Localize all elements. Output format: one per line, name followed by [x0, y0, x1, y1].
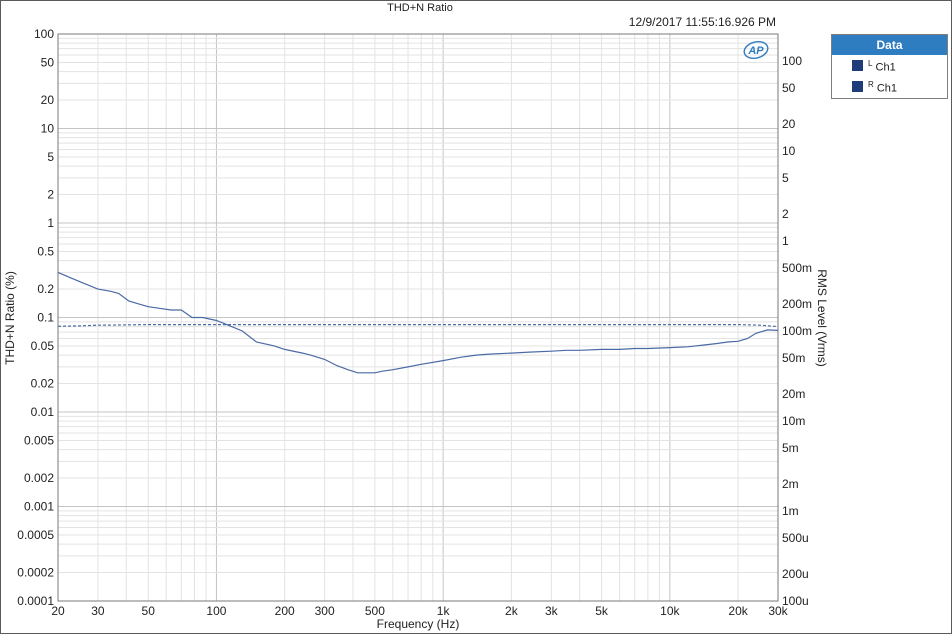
legend-swatch	[852, 60, 863, 71]
x-tick-label: 3k	[545, 604, 559, 618]
x-tick-label: 1k	[437, 604, 451, 618]
y2-tick-label: 20	[782, 117, 796, 131]
legend-item-right[interactable]: R Ch1	[832, 76, 947, 97]
x-tick-label: 20k	[728, 604, 748, 618]
y2-tick-label: 1	[782, 234, 789, 248]
y2-tick-label: 50	[782, 81, 796, 95]
grid-lines	[58, 34, 778, 601]
ap-logo: AP	[743, 40, 769, 60]
y-tick-label: 50	[41, 55, 55, 69]
y-tick-label: 0.01	[31, 405, 55, 419]
y2-tick-label: 100	[782, 54, 802, 68]
legend-item-label: L Ch1	[868, 59, 896, 74]
y-tick-label: 0.02	[31, 377, 55, 391]
x-tick-label: 200	[275, 604, 295, 618]
y2-tick-label: 50m	[782, 351, 805, 365]
thdn-chart: 20 30 50 100 200 300 500 1k 2k 3k 5k 10k 20k 30k10050…	[3, 2, 829, 631]
y2-tick-label: 10m	[782, 414, 805, 428]
y-tick-label: 0.002	[24, 471, 54, 485]
legend-item-left[interactable]: L Ch1	[832, 55, 947, 76]
y2-tick-label: 100m	[782, 324, 812, 338]
legend-title: Data	[832, 35, 947, 55]
tick-labels: 20 30 50 100 200 300 500 1k 2k 3k 5k 10k 20k 30k10050…	[17, 27, 812, 618]
y-tick-label: 0.5	[37, 244, 54, 258]
timestamp: 12/9/2017 11:55:16.926 PM	[629, 15, 776, 29]
legend-item-label: R Ch1	[868, 80, 898, 95]
y-tick-label: 0.0002	[17, 566, 54, 580]
x-tick-label: 500	[365, 604, 385, 618]
y-tick-label: 100	[34, 27, 54, 41]
y2-tick-label: 500u	[782, 531, 809, 545]
x-tick-label: 5k	[595, 604, 609, 618]
y2-tick-label: 5m	[782, 441, 799, 455]
y2-tick-label: 20m	[782, 387, 805, 401]
y2-tick-label: 2m	[782, 477, 799, 491]
y2-tick-label: 500m	[782, 261, 812, 275]
y-tick-label: 0.001	[24, 500, 54, 514]
y-tick-label: 0.05	[31, 339, 55, 353]
y2-tick-label: 200u	[782, 567, 809, 581]
y-tick-label: 1	[47, 216, 54, 230]
y-tick-label: 10	[41, 122, 55, 136]
legend-swatch	[852, 81, 863, 92]
y-tick-label: 2	[47, 188, 54, 202]
y-axis-label: THD+N Ratio (%)	[3, 271, 17, 365]
y-tick-label: 0.005	[24, 433, 54, 447]
y2-tick-label: 2	[782, 207, 789, 221]
y2-tick-label: 10	[782, 144, 796, 158]
y2-tick-label: 100u	[782, 594, 809, 608]
y-tick-label: 0.1	[37, 311, 54, 325]
x-tick-label: 50	[142, 604, 156, 618]
y2-tick-label: 1m	[782, 504, 799, 518]
svg-text:AP: AP	[747, 45, 764, 57]
y-tick-label: 0.0005	[17, 528, 54, 542]
y2-tick-label: 5	[782, 171, 789, 185]
x-tick-label: 100	[206, 604, 226, 618]
legend-panel: Data L Ch1 R Ch1	[831, 34, 948, 99]
y-tick-label: 5	[47, 150, 54, 164]
x-tick-label: 10k	[660, 604, 680, 618]
chart-title: THD+N Ratio	[387, 2, 453, 14]
x-tick-label: 300	[315, 604, 335, 618]
x-tick-label: 2k	[505, 604, 519, 618]
y2-tick-label: 200m	[782, 297, 812, 311]
y-tick-label: 0.0001	[17, 594, 54, 608]
x-axis-label: Frequency (Hz)	[377, 617, 460, 631]
y-tick-label: 20	[41, 93, 55, 107]
y2-axis-label: RMS Level (Vrms)	[815, 269, 829, 367]
y-tick-label: 0.2	[37, 282, 54, 296]
x-tick-label: 30	[91, 604, 105, 618]
